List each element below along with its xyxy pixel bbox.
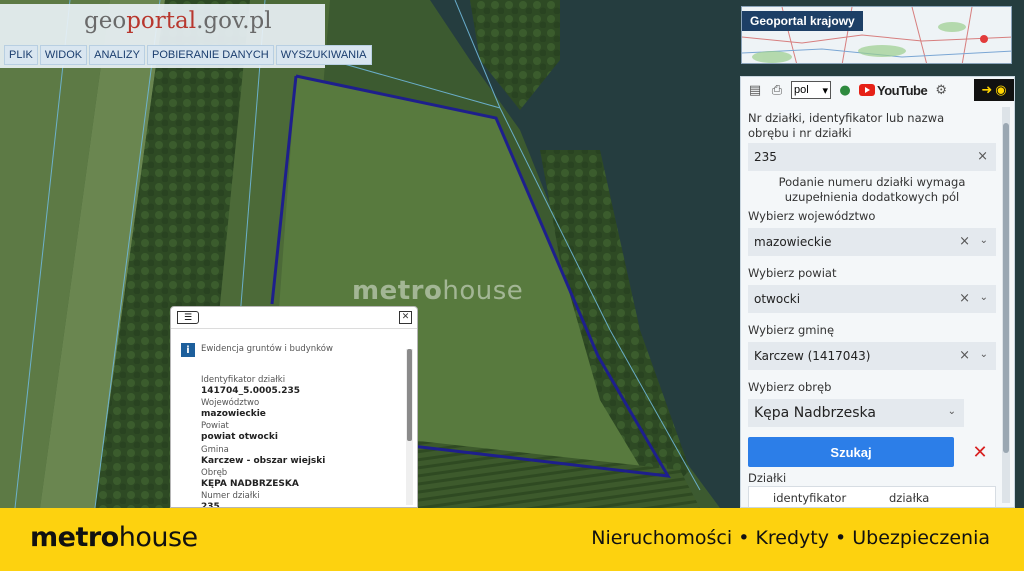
main-menu: PLIK WIDOK ANALIZY POBIERANIE DANYCH WYS… (4, 45, 372, 65)
clear-icon[interactable]: × (977, 149, 988, 164)
results-label: Działki (748, 471, 787, 485)
menu-analizy[interactable]: ANALIZY (89, 45, 145, 65)
field-label: Powiat (201, 421, 229, 431)
search-button[interactable]: Szukaj (748, 437, 954, 467)
gmina-select[interactable]: Karczew (1417043) × ⌄ (748, 342, 996, 370)
field-value: mazowieckie (201, 409, 266, 419)
gmina-value: Karczew (1417043) (754, 349, 871, 363)
chevron-down-icon[interactable]: ⌄ (948, 406, 956, 417)
field-label: Gmina (201, 445, 229, 455)
powiat-label: Wybierz powiat (748, 266, 837, 280)
field-label: Numer działki (201, 491, 260, 501)
chevron-down-icon[interactable]: ⌄ (980, 235, 988, 246)
language-value: pol (794, 84, 809, 96)
printer-icon[interactable]: ⎙ (769, 82, 785, 98)
watermark: metrohouse (352, 276, 523, 306)
youtube-link[interactable]: YouTube (859, 82, 928, 98)
gmina-label: Wybierz gminę (748, 323, 835, 337)
metrohouse-logo: metrohouse (30, 522, 198, 553)
col-dzialka[interactable]: działka (889, 491, 929, 505)
powiat-select[interactable]: otwocki × ⌄ (748, 285, 996, 313)
help-icon[interactable]: ● (837, 82, 853, 98)
results-table: identyfikator działka (748, 486, 996, 507)
accessibility-wheel-icon[interactable]: ⚙ (933, 82, 949, 98)
close-icon[interactable]: ✕ (399, 311, 412, 324)
field-label: Obręb (201, 468, 228, 478)
search-note: Podanie numeru działki wymaga uzupełnien… (778, 175, 966, 204)
menu-widok[interactable]: WIDOK (39, 45, 88, 65)
reset-button[interactable]: ✕ (967, 439, 993, 465)
col-identyfikator[interactable]: identyfikator (773, 491, 846, 505)
parcel-search-value: 235 (754, 150, 777, 164)
brand-bold: metr (30, 522, 101, 553)
chevron-down-icon: ▾ (822, 84, 828, 97)
field-label: Województwo (201, 398, 260, 408)
watermark-bold: metro (352, 276, 443, 306)
field-value: powiat otwocki (201, 432, 278, 442)
menu-pobieranie-danych[interactable]: POBIERANIE DANYCH (147, 45, 274, 65)
chevron-down-icon[interactable]: ⌄ (980, 292, 988, 303)
obreb-label: Wybierz obręb (748, 380, 832, 394)
field-value: KĘPA NADBRZESKA (201, 479, 299, 489)
parcel-search-input[interactable]: 235 × (748, 143, 996, 171)
logo-suffix: .gov.pl (196, 8, 272, 34)
clear-icon[interactable]: × (959, 348, 970, 363)
overview-minimap[interactable]: Geoportal krajowy (741, 6, 1012, 64)
wojewodztwo-label: Wybierz województwo (748, 209, 876, 223)
logo-panel: geoportal.gov.pl PLIK WIDOK ANALIZY POBI… (0, 4, 372, 68)
obreb-select[interactable]: Kępa Nadbrzeska ⌄ (748, 399, 964, 427)
field-value: 141704_5.0005.235 (201, 386, 301, 396)
watermark-light: house (442, 276, 524, 306)
logo-portal: portal (126, 8, 197, 34)
panel-toolbar: ▤ ⎙ pol ▾ ● YouTube ⚙ ➜ ◉ (741, 77, 1014, 103)
popup-header: ☰ ✕ (171, 307, 417, 329)
wojewodztwo-value: mazowieckie (754, 235, 832, 249)
popup-scrollbar-thumb[interactable] (407, 349, 412, 441)
brand-o: o (100, 522, 120, 553)
minimap-title: Geoportal krajowy (742, 11, 863, 31)
eye-icon: ◉ (995, 82, 1007, 98)
parcel-info-popup: ☰ ✕ i Ewidencja gruntów i budynków Ident… (170, 306, 418, 508)
parcel-search-panel: ▤ ⎙ pol ▾ ● YouTube ⚙ ➜ ◉ Nr działki, iden… (740, 76, 1015, 508)
info-icon: i (181, 343, 195, 357)
menu-plik[interactable]: PLIK (4, 45, 38, 65)
high-contrast-button[interactable]: ➜ ◉ (974, 79, 1014, 101)
popup-list-icon[interactable]: ☰ (177, 311, 199, 324)
logo-geo: geo (84, 8, 127, 34)
panel-scrollbar[interactable] (1002, 107, 1010, 503)
book-icon[interactable]: ▤ (747, 82, 763, 98)
search-prompt: Nr działki, identyfikator lub nazwa obrę… (748, 111, 945, 140)
brand-light: house (118, 522, 198, 553)
brand-tagline: Nieruchomości • Kredyty • Ubezpieczenia (591, 527, 990, 549)
youtube-play-icon (859, 84, 875, 96)
panel-scrollbar-thumb[interactable] (1003, 123, 1009, 453)
youtube-label: YouTube (877, 82, 928, 98)
popup-title: Ewidencja gruntów i budynków (201, 344, 333, 354)
geoportal-logo[interactable]: geoportal.gov.pl (84, 8, 272, 34)
powiat-value: otwocki (754, 292, 801, 306)
obreb-value: Kępa Nadbrzeska (754, 405, 876, 421)
arrow-right-icon: ➜ (981, 82, 993, 98)
brand-footer: metrohouse Nieruchomości • Kredyty • Ube… (0, 508, 1024, 571)
field-value: Karczew - obszar wiejski (201, 456, 326, 466)
clear-icon[interactable]: × (959, 291, 970, 306)
language-select[interactable]: pol ▾ (791, 81, 831, 99)
popup-scrollbar[interactable] (406, 349, 413, 505)
wojewodztwo-select[interactable]: mazowieckie × ⌄ (748, 228, 996, 256)
menu-wyszukiwania[interactable]: WYSZUKIWANIA (275, 45, 372, 65)
chevron-down-icon[interactable]: ⌄ (980, 349, 988, 360)
clear-icon[interactable]: × (959, 234, 970, 249)
field-label: Identyfikator działki (201, 375, 286, 385)
